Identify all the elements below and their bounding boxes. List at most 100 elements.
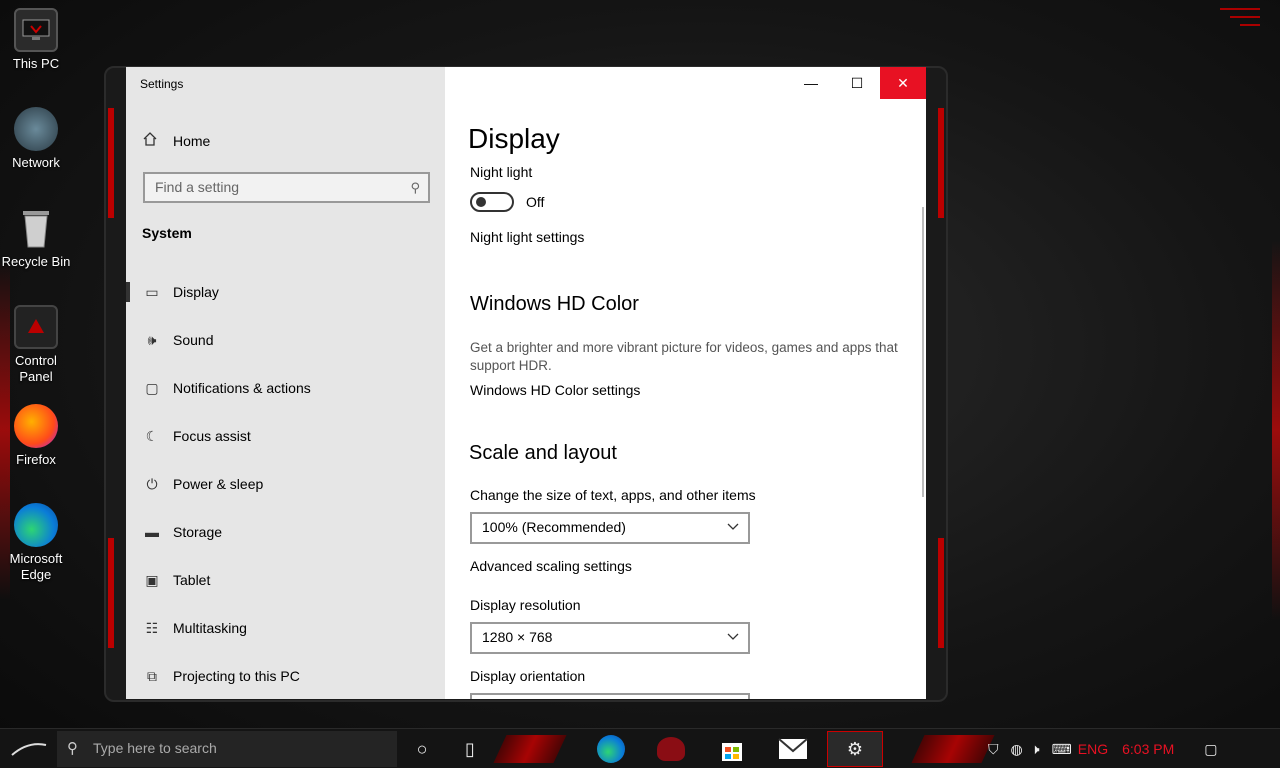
rog-tray-icon[interactable]: ⛉: [988, 741, 999, 758]
sidebar-item-home[interactable]: Home: [142, 131, 210, 150]
search-input[interactable]: Find a setting ⚲: [143, 172, 430, 203]
close-button[interactable]: ✕: [880, 67, 926, 99]
storage-icon: ▬: [145, 524, 159, 540]
moon-icon: ☾: [145, 427, 159, 444]
desktop-icon-recycle-bin[interactable]: Recycle Bin: [0, 206, 72, 270]
night-light-settings-link[interactable]: Night light settings: [470, 229, 584, 245]
desktop-icon-edge[interactable]: Microsoft Edge: [0, 503, 72, 583]
resolution-label: Display resolution: [470, 597, 581, 613]
sidebar-item-display[interactable]: ▭ Display: [126, 268, 445, 316]
home-icon: [142, 131, 162, 150]
edge-icon: [14, 503, 58, 547]
notification-center-icon[interactable]: ▢: [1204, 741, 1217, 758]
sidebar-nav: ▭ Display 🕪 Sound ▢ Notifications & acti…: [126, 268, 445, 699]
settings-taskbar-icon[interactable]: ⚙: [827, 731, 883, 767]
multitasking-icon: ☷: [145, 619, 159, 636]
scale-dropdown[interactable]: 100% (Recommended): [470, 512, 750, 544]
main-content: — ☐ ✕ Display Night light Off Night ligh…: [445, 67, 926, 699]
recycle-bin-icon: [14, 206, 58, 250]
sidebar-item-tablet[interactable]: ▣ Tablet: [126, 556, 445, 604]
desktop-icon-label: Control Panel: [15, 353, 57, 384]
advanced-scaling-link[interactable]: Advanced scaling settings: [470, 558, 632, 574]
sidebar-item-storage[interactable]: ▬ Storage: [126, 508, 445, 556]
search-icon: ⚲: [67, 740, 78, 757]
control-panel-icon: [14, 305, 58, 349]
search-icon: ⚲: [410, 180, 420, 195]
sidebar-item-label: Focus assist: [173, 428, 251, 444]
desktop-icon-label: This PC: [12, 56, 60, 71]
resolution-dropdown[interactable]: 1280 × 768: [470, 622, 750, 654]
sidebar-item-projecting[interactable]: ⧉ Projecting to this PC: [126, 652, 445, 699]
scale-layout-heading: Scale and layout: [469, 442, 617, 464]
settings-window: Settings Home Find a setting ⚲ System ▭ …: [126, 67, 926, 699]
desktop-icon-label: Network: [12, 155, 60, 170]
page-title: Display: [468, 123, 560, 154]
hd-color-settings-link[interactable]: Windows HD Color settings: [470, 382, 640, 398]
system-tray: ⛉ ◍ 🕨 ⌨ ENG 6:03 PM ▢: [988, 729, 1217, 768]
store-icon[interactable]: [708, 731, 756, 767]
sidebar-item-notifications[interactable]: ▢ Notifications & actions: [126, 364, 445, 412]
night-light-toggle[interactable]: [470, 192, 514, 212]
desktop-corner-lines: [1200, 8, 1260, 48]
computer-icon: [14, 8, 58, 52]
desktop-icon-this-pc[interactable]: This PC: [0, 8, 72, 72]
tablet-icon: ▣: [145, 571, 159, 588]
search-placeholder: Find a setting: [155, 179, 240, 195]
sidebar-group-label: System: [142, 225, 192, 241]
cortana-icon[interactable]: ○: [398, 731, 446, 767]
taskbar: ⚲ Type here to search ○ ▯ ⚙ ⛉ ◍ 🕨 ⌨ ENG …: [0, 728, 1280, 768]
orientation-label: Display orientation: [470, 668, 586, 684]
network-icon[interactable]: ◍: [1011, 741, 1023, 758]
desktop-icon-network[interactable]: Network: [0, 107, 72, 171]
task-view-icon[interactable]: ▯: [446, 731, 494, 767]
window-title: Settings: [140, 77, 184, 91]
firefox-icon: [14, 404, 58, 448]
minimize-button[interactable]: —: [788, 67, 834, 99]
sidebar-item-label: Storage: [173, 524, 223, 540]
sidebar-item-label: Notifications & actions: [173, 380, 311, 396]
scale-label: Change the size of text, apps, and other…: [470, 487, 756, 503]
language-indicator[interactable]: ENG: [1078, 741, 1108, 757]
desktop-icon-control-panel[interactable]: Control Panel: [0, 305, 72, 385]
rog-helmet-icon[interactable]: [647, 731, 695, 767]
hd-color-heading: Windows HD Color: [470, 293, 639, 315]
clock[interactable]: 6:03 PM: [1122, 741, 1174, 757]
sidebar-item-multitasking[interactable]: ☷ Multitasking: [126, 604, 445, 652]
edge-taskbar-icon[interactable]: [587, 731, 635, 767]
sidebar-item-focus-assist[interactable]: ☾ Focus assist: [126, 412, 445, 460]
sidebar: Settings Home Find a setting ⚲ System ▭ …: [126, 67, 445, 699]
network-globe-icon: [14, 107, 58, 151]
hd-color-description: Get a brighter and more vibrant picture …: [470, 340, 898, 373]
start-button[interactable]: [4, 731, 52, 767]
projecting-icon: ⧉: [147, 667, 157, 684]
toggle-knob: [476, 197, 486, 207]
sidebar-item-label: Multitasking: [173, 620, 247, 636]
desktop-icon-label: Firefox: [16, 452, 56, 467]
chevron-down-icon: [726, 519, 740, 536]
monitor-icon: ▭: [145, 283, 159, 300]
night-light-state: Off: [526, 194, 545, 210]
taskbar-search[interactable]: ⚲ Type here to search: [57, 731, 397, 767]
sidebar-item-label: Tablet: [173, 572, 211, 588]
desktop-icon-firefox[interactable]: Firefox: [0, 404, 72, 468]
scale-value: 100% (Recommended): [482, 519, 626, 535]
speaker-icon: 🕪: [147, 331, 157, 348]
taskbar-red-accent: [911, 735, 995, 763]
sidebar-item-label: Display: [173, 284, 219, 300]
sidebar-item-power-sleep[interactable]: ⏻ Power & sleep: [126, 460, 445, 508]
keyboard-icon[interactable]: ⌨: [1052, 741, 1072, 758]
taskbar-search-placeholder: Type here to search: [93, 740, 217, 756]
desktop-icon-label: Recycle Bin: [1, 254, 71, 269]
scrollbar[interactable]: [922, 207, 924, 497]
mail-icon[interactable]: [769, 731, 817, 767]
maximize-button[interactable]: ☐: [834, 67, 880, 99]
sidebar-item-label: Home: [173, 132, 211, 149]
desktop-red-accent-right: [1272, 240, 1280, 620]
resolution-value: 1280 × 768: [482, 629, 553, 645]
sidebar-item-label: Projecting to this PC: [173, 668, 300, 684]
volume-muted-icon[interactable]: 🕨: [1031, 741, 1040, 758]
orientation-dropdown[interactable]: [470, 693, 750, 699]
sidebar-item-sound[interactable]: 🕪 Sound: [126, 316, 445, 364]
sidebar-item-label: Power & sleep: [173, 476, 264, 492]
sidebar-item-label: Sound: [173, 332, 214, 348]
